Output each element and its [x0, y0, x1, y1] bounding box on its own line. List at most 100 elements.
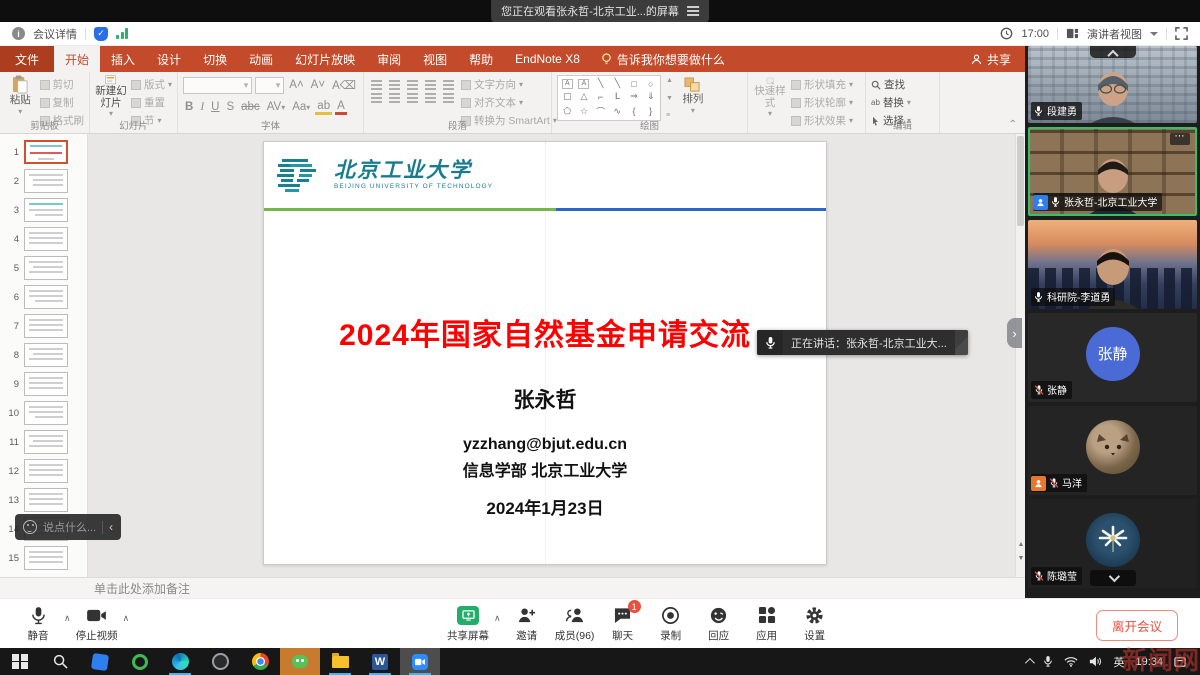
tab-home[interactable]: 开始 [54, 46, 100, 72]
slide-thumbnail-1[interactable]: 1 [6, 140, 87, 164]
l-shape-icon[interactable]: ⌐ [598, 92, 603, 102]
toast-drag-grip[interactable] [955, 330, 968, 355]
layout-button[interactable]: 版式▾ [131, 77, 172, 92]
strikethrough-button[interactable]: abc [239, 101, 262, 113]
more-options-icon[interactable]: ⋯ [1170, 133, 1190, 145]
tab-help[interactable]: 帮助 [458, 46, 504, 72]
bullets-icon[interactable] [371, 80, 382, 82]
shapes-gallery[interactable]: A A ╲ ╲ □ ○ ▢ △ ⌐ ᒪ ⇒ ⇓ ⬠ ☆ ⌒ ∿ { [557, 75, 661, 121]
replace-button[interactable]: ab 替换▾ [871, 95, 911, 110]
tab-file[interactable]: 文件 [0, 46, 54, 72]
align-right-icon[interactable] [407, 93, 418, 95]
slide-scrollbar[interactable]: ▲ ▼ [1015, 134, 1025, 577]
participant-tile[interactable]: 科研院-李道勇 [1028, 220, 1197, 309]
line-spacing-icon[interactable] [443, 80, 454, 82]
rect-shape-icon[interactable]: □ [631, 79, 636, 89]
banner-menu-icon[interactable] [687, 10, 699, 12]
video-options-chevron[interactable]: ∧ [123, 613, 130, 624]
curve-shape-icon[interactable]: ∿ [614, 106, 622, 117]
collapse-chat-icon[interactable]: ‹ [109, 520, 113, 534]
collapse-ribbon-icon[interactable]: ⌃ [1009, 119, 1017, 130]
chat-input-placeholder[interactable]: 说点什么... [43, 519, 96, 535]
align-text-button[interactable]: 对齐文本▾ [461, 95, 557, 110]
slide-thumbnail-3[interactable]: 3 [6, 198, 87, 222]
collapse-videos-button[interactable] [1090, 46, 1136, 58]
char-spacing-button[interactable]: AV▾ [265, 101, 288, 113]
find-button[interactable]: 查找 [871, 77, 911, 92]
view-mode-selector[interactable]: 演讲者视图 [1087, 26, 1142, 42]
emoji-icon[interactable] [23, 520, 37, 534]
network-signal-icon[interactable] [116, 28, 128, 39]
arrange-button[interactable]: 排列 ▾ [678, 75, 708, 119]
taskbar-chrome[interactable] [240, 648, 280, 675]
slide-thumbnail-4[interactable]: 4 [6, 227, 87, 251]
slide-thumbnail-panel[interactable]: 1 2 3 4 5 6 7 8 9 10 11 12 13 14 15 [0, 134, 88, 577]
slide-thumbnail-13[interactable]: 13 [6, 488, 87, 512]
taskbar-explorer[interactable] [320, 648, 360, 675]
numbering-icon[interactable] [389, 80, 400, 82]
increase-indent-icon[interactable] [425, 80, 436, 82]
font-name-combo[interactable]: ▾ [183, 77, 252, 94]
pentagon-shape-icon[interactable]: ⬠ [563, 106, 571, 117]
quick-chat-bubble[interactable]: 说点什么... ‹ [15, 514, 121, 540]
text-direction-button[interactable]: 文字方向▾ [461, 77, 557, 92]
screen-share-banner[interactable]: 您正在观看张永哲-北京工业...的屏幕 [491, 0, 709, 23]
font-size-combo[interactable]: ▾ [255, 77, 284, 94]
line-shape-icon[interactable]: ╲ [598, 78, 603, 89]
participant-tile[interactable]: 马洋 [1028, 406, 1197, 495]
decrease-indent-icon[interactable] [407, 80, 418, 82]
reactions-button[interactable]: 回应 [697, 605, 741, 643]
shape-outline-button[interactable]: 形状轮廓▾ [791, 95, 853, 110]
clear-format-button[interactable]: A⌫ [330, 78, 358, 92]
fullscreen-icon[interactable] [1175, 27, 1188, 40]
rounded-rect-shape-icon[interactable]: ▢ [563, 91, 572, 102]
tab-review[interactable]: 审阅 [366, 46, 412, 72]
apps-button[interactable]: 应用 [745, 605, 789, 643]
scrollbar-thumb[interactable] [1017, 136, 1024, 226]
slide-thumbnail-2[interactable]: 2 [6, 169, 87, 193]
taskbar-app-browser[interactable] [200, 648, 240, 675]
shape-effects-button[interactable]: 形状效果▾ [791, 113, 853, 128]
oval-shape-icon[interactable]: ○ [648, 79, 653, 89]
quick-styles-button[interactable]: 快速样式 ▾ [753, 75, 787, 119]
tray-wifi-icon[interactable] [1064, 656, 1078, 667]
scroll-more-participants-button[interactable] [1090, 570, 1136, 586]
tab-slideshow[interactable]: 幻灯片放映 [284, 46, 366, 72]
slide-1[interactable]: 北京工业大学 BEIJING UNIVERSITY OF TECHNOLOGY … [263, 141, 827, 565]
taskbar-app-360[interactable] [120, 648, 160, 675]
participant-tile[interactable]: 段建勇 [1028, 46, 1197, 123]
share-button[interactable]: 共享 [957, 46, 1025, 72]
tab-endnote[interactable]: EndNote X8 [504, 46, 591, 72]
slide-canvas[interactable]: 北京工业大学 BEIJING UNIVERSITY OF TECHNOLOGY … [88, 134, 1025, 577]
star-shape-icon[interactable]: ☆ [580, 106, 588, 117]
brace-left-shape-icon[interactable]: { [632, 106, 635, 116]
arc-shape-icon[interactable]: ⌒ [596, 105, 605, 118]
down-arrow-shape-icon[interactable]: ⇓ [647, 91, 655, 102]
mute-button[interactable]: 静音 [16, 605, 60, 643]
paste-button[interactable]: 粘贴 ▾ [5, 75, 36, 119]
share-options-chevron[interactable]: ∧ [494, 613, 501, 624]
notes-area[interactable]: 单击此处添加备注 [0, 577, 1025, 598]
cut-button[interactable]: 剪切 [40, 77, 85, 92]
slide-thumbnail-6[interactable]: 6 [6, 285, 87, 309]
stop-video-button[interactable]: 停止视频 [75, 605, 119, 643]
textbox-shape-icon[interactable]: A [562, 79, 573, 89]
taskbar-edge[interactable] [160, 648, 200, 675]
expand-panel-arrow[interactable]: › [1007, 318, 1022, 348]
columns-icon[interactable] [443, 93, 454, 95]
arrow-line-shape-icon[interactable]: ╲ [615, 78, 620, 89]
tab-design[interactable]: 设计 [146, 46, 192, 72]
taskbar-app-blue[interactable] [80, 648, 120, 675]
shapes-gallery-scroll[interactable]: ▲▼≡ [665, 75, 674, 121]
invite-button[interactable]: 邀请 [505, 605, 549, 643]
italic-button[interactable]: I [198, 101, 206, 113]
slide-thumbnail-10[interactable]: 10 [6, 401, 87, 425]
new-slide-button[interactable]: 新建幻灯片 ▾ [95, 75, 127, 119]
copy-button[interactable]: 复制 [40, 95, 85, 110]
speaking-toast[interactable]: 正在讲话：张永哲-北京工业大... [757, 330, 968, 355]
highlight-color-button[interactable]: ab [315, 100, 332, 115]
participant-tile-active-speaker[interactable]: ⋯ 张永哲-北京工业大学 [1028, 127, 1197, 216]
start-button[interactable] [0, 648, 40, 675]
participant-tile[interactable]: 陈璐莹 [1028, 499, 1197, 588]
align-left-icon[interactable] [371, 93, 382, 95]
